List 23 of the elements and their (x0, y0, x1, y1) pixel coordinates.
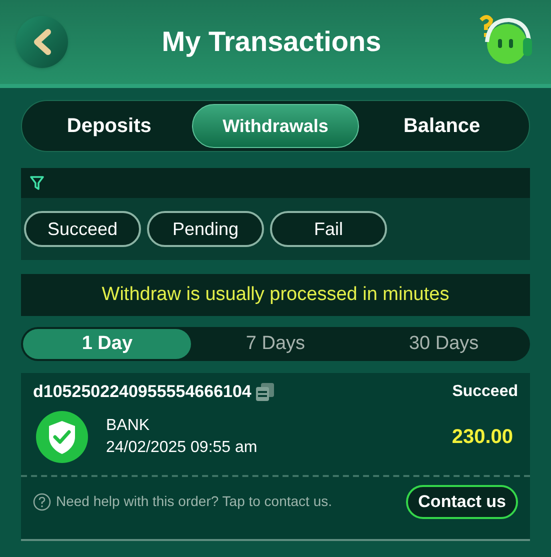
contact-button[interactable]: Contact us (406, 484, 518, 518)
payment-method: BANK (106, 416, 151, 436)
status-filter-chip[interactable]: Succeed (24, 211, 141, 247)
status-filter-chip[interactable]: Fail (270, 211, 387, 247)
tab[interactable]: Deposits (26, 104, 192, 148)
help-icon (33, 492, 51, 510)
period-tab[interactable]: 30 Days (360, 329, 528, 359)
status-filter-chip[interactable]: Pending (147, 211, 264, 247)
filter-icon[interactable] (29, 175, 45, 191)
transaction-datetime: 24/02/2025 09:55 am (106, 438, 258, 458)
notice-text: Withdraw is usually processed in minutes (102, 282, 450, 307)
help-text: Need help with this order? Tap to contact us. (56, 492, 332, 511)
order-id: d1052502240955554666104 (33, 381, 252, 403)
copy-icon[interactable] (255, 382, 276, 402)
period-tab[interactable]: 7 Days (191, 329, 360, 359)
shield-check-icon (36, 410, 88, 462)
period-tab[interactable]: 1 Day (23, 329, 192, 359)
tab[interactable]: Balance (358, 104, 525, 148)
transaction-amount: 230.00 (452, 424, 513, 450)
page-title: My Transactions (162, 25, 382, 59)
back-button[interactable] (16, 16, 68, 68)
transaction-status: Succeed (452, 382, 518, 402)
tab[interactable]: Withdrawals (192, 104, 359, 148)
